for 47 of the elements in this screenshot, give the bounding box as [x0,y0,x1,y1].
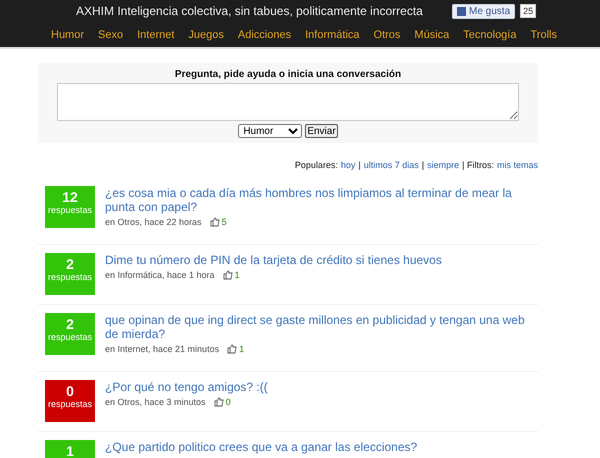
send-button[interactable]: Enviar [305,124,338,138]
like-button[interactable]: Me gusta [452,4,516,18]
like-count: 25 [520,4,536,18]
filter-label: | [358,160,361,170]
answer-count-badge: 12 respuestas [45,186,95,228]
vote-count: 0 [226,397,231,407]
question-meta: en Otros, hace 22 horas [105,217,202,227]
category-link[interactable]: Internet [137,28,174,40]
answer-count-badge: 2 respuestas [45,253,95,295]
question-link[interactable]: ¿Que partido politico crees que va a ganar las elecciones? [105,440,418,454]
filter-link[interactable]: mis temas [496,160,538,170]
category-link[interactable]: Trolls [530,28,557,40]
category-select[interactable]: Humor [238,124,302,138]
question-input[interactable] [57,83,519,121]
question-meta: en Internet, hace 21 minutos [105,344,220,354]
question-link[interactable]: ¿Por qué no tengo amigos? :(( [105,380,268,394]
thumbs-up-icon[interactable] [222,270,233,280]
vote-count: 5 [222,217,227,227]
filter-label: | [422,160,424,170]
thumbs-up-icon[interactable] [210,217,220,227]
category-link[interactable]: Sexo [98,28,124,40]
site-title: AXHIM Inteligencia colectiva, sin tabues, politicamente incorrecta [76,4,424,18]
thumbs-up-icon[interactable] [214,397,224,407]
question-meta: en Otros, hace 3 minutos [105,397,206,407]
category-link[interactable]: Humor [51,28,84,40]
filter-link[interactable]: ultimos 7 dias [364,160,419,170]
category-link[interactable]: Adicciones [238,28,292,40]
vote-count: 1 [234,270,240,280]
filter-label: Populares: [294,160,338,170]
filter-label: | Filtros: [462,160,494,170]
question-meta: en Informática, hace 1 hora [105,270,215,280]
vote-count: 1 [239,344,244,354]
filter-link[interactable]: hoy [340,160,356,170]
category-link[interactable]: Juegos [188,28,224,40]
thumbs-up-icon[interactable] [227,344,238,354]
category-link[interactable]: Tecnología [463,28,516,40]
answer-count-badge: 2 respuestas [45,313,95,355]
answer-count-badge: 1 [45,440,95,458]
ask-heading: Pregunta, pide ayuda o inicia una conversación [174,69,402,80]
answer-count-badge: 0 respuestas [45,380,95,422]
question-link[interactable]: ¿es cosa mia o cada día más hombres nos limpiamos al terminar de mear la punta con papel? [105,186,531,214]
category-link[interactable]: Otros [374,28,400,40]
category-link[interactable]: Música [414,28,450,40]
filter-link[interactable]: siempre [427,160,460,170]
category-link[interactable]: Informática [305,28,360,40]
question-link[interactable]: que opinan de que ing direct se gaste millones en publicidad y tengan una web de mierda? [105,313,531,341]
question-link[interactable]: Dime tu número de PIN de la tarjeta de crédito si tienes huevos [105,253,442,267]
